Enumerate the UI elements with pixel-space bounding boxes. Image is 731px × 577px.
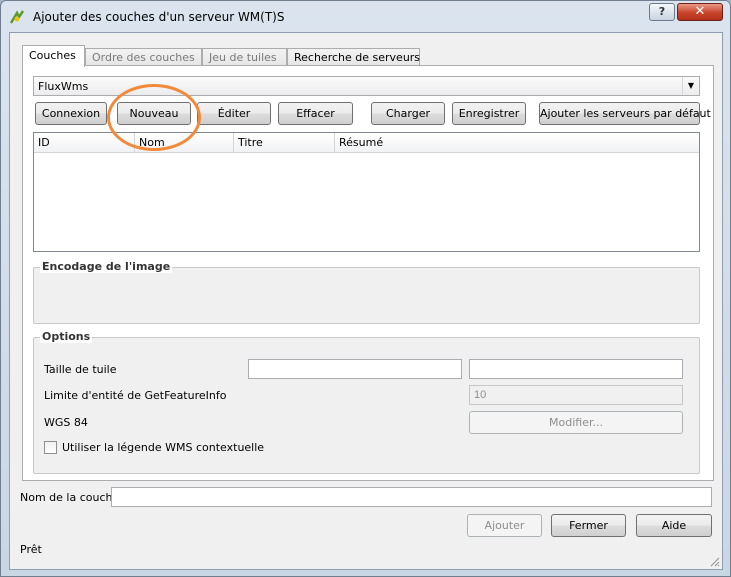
- column-header-id[interactable]: ID: [34, 133, 135, 153]
- image-encoding-group: Encodage de l'image: [33, 260, 700, 324]
- tab-recherche-de-serveurs[interactable]: Recherche de serveurs: [287, 48, 420, 66]
- dropdown-arrow-icon[interactable]: ▼: [682, 77, 699, 95]
- load-servers-button[interactable]: Charger: [371, 102, 445, 125]
- tab-ordre-des-couches[interactable]: Ordre des couches: [85, 48, 202, 66]
- column-header-titre[interactable]: Titre: [234, 133, 335, 153]
- dialog-client-area: Couches Ordre des couches Jeu de tuiles …: [9, 32, 723, 570]
- title-bar[interactable]: Ajouter des couches d'un serveur WM(T)S …: [1, 1, 730, 33]
- connect-button[interactable]: Connexion: [35, 102, 107, 125]
- server-connection-select[interactable]: FluxWms ▼: [33, 76, 700, 96]
- feature-limit-input[interactable]: [469, 385, 683, 405]
- add-layer-button[interactable]: Ajouter: [467, 514, 542, 537]
- tab-couches[interactable]: Couches: [22, 45, 85, 67]
- window-title: Ajouter des couches d'un serveur WM(T)S: [33, 10, 285, 24]
- edit-server-button[interactable]: Éditer: [197, 102, 271, 125]
- image-encoding-title: Encodage de l'image: [40, 260, 173, 273]
- feature-limit-label: Limite d'entité de GetFeatureInfo: [44, 389, 227, 402]
- change-crs-button[interactable]: Modifier...: [469, 411, 683, 434]
- tile-size-label: Taille de tuile: [44, 363, 117, 376]
- status-text: Prêt: [20, 543, 42, 556]
- layers-table[interactable]: ID Nom Titre Résumé: [33, 132, 700, 252]
- tab-jeu-de-tuiles[interactable]: Jeu de tuiles: [202, 48, 287, 66]
- tile-height-input[interactable]: [469, 359, 683, 379]
- resize-grip-icon[interactable]: [708, 555, 720, 567]
- crs-label: WGS 84: [44, 416, 88, 429]
- help-title-button[interactable]: ?: [649, 3, 675, 21]
- layer-name-input[interactable]: [111, 487, 712, 507]
- qgis-app-icon: [9, 10, 25, 24]
- tile-width-input[interactable]: [248, 359, 462, 379]
- add-default-servers-button[interactable]: Ajouter les serveurs par défaut: [539, 102, 711, 125]
- dialog-window: Ajouter des couches d'un serveur WM(T)S …: [0, 0, 731, 577]
- layer-name-label: Nom de la couche: [20, 491, 120, 504]
- column-header-nom[interactable]: Nom: [135, 133, 234, 153]
- column-header-resume[interactable]: Résumé: [335, 133, 699, 153]
- options-title: Options: [40, 330, 93, 343]
- save-servers-button[interactable]: Enregistrer: [452, 102, 526, 125]
- contextual-legend-checkbox[interactable]: [44, 441, 57, 454]
- close-dialog-button[interactable]: Fermer: [551, 514, 626, 537]
- help-button[interactable]: Aide: [636, 514, 712, 537]
- server-connection-value: FluxWms: [38, 80, 89, 93]
- options-group: Options Taille de tuile Limite d'entité …: [33, 330, 700, 474]
- delete-server-button[interactable]: Effacer: [278, 102, 353, 125]
- new-server-button[interactable]: Nouveau: [117, 102, 191, 125]
- close-window-button[interactable]: ✕: [677, 3, 723, 21]
- contextual-legend-label[interactable]: Utiliser la légende WMS contextuelle: [62, 441, 264, 454]
- couches-tab-panel: FluxWms ▼ Connexion Nouveau Éditer Effac…: [22, 65, 714, 481]
